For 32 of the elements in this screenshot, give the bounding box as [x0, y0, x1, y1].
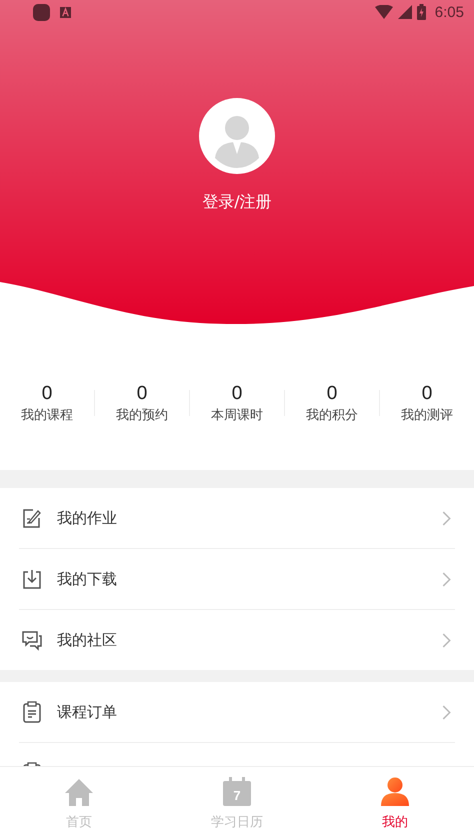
- tab-bar-item[interactable]: 我的: [316, 767, 474, 840]
- stat-label[interactable]: 我的测评: [401, 406, 453, 424]
- chevron-right-icon: [442, 510, 451, 526]
- wifi-icon: [374, 5, 393, 19]
- notification-icon: [60, 6, 71, 18]
- stat-value: 0: [422, 382, 432, 404]
- stat-label[interactable]: 我的积分: [306, 406, 358, 424]
- menu-item-label[interactable]: 课程订单: [57, 702, 442, 722]
- menu-item-label[interactable]: 我的社区: [57, 630, 442, 650]
- chevron-right-icon: [442, 704, 451, 720]
- signal-icon: [398, 5, 412, 19]
- app-notification-icon: [33, 4, 50, 20]
- stat-label[interactable]: 我的课程: [21, 406, 73, 424]
- stat-value: 0: [42, 382, 52, 404]
- status-time: 6:05: [434, 4, 464, 20]
- stat-value: 0: [136, 382, 148, 404]
- download-icon: [21, 568, 43, 590]
- chat-bubbles-icon: [21, 629, 43, 651]
- chevron-right-icon: [442, 632, 451, 648]
- menu-item-label[interactable]: 我的下载: [57, 570, 442, 588]
- stat-label[interactable]: 本周课时: [211, 406, 263, 424]
- home-icon: [64, 776, 94, 806]
- person-icon: [380, 776, 410, 806]
- edit-note-icon: [21, 507, 43, 529]
- stat-label[interactable]: 我的预约: [116, 406, 168, 424]
- avatar-icon[interactable]: [199, 98, 275, 174]
- menu-item-label[interactable]: 我的作业: [57, 508, 442, 528]
- login-register-link[interactable]: 登录/注册: [202, 192, 272, 213]
- clipboard-icon: [21, 701, 43, 723]
- stat-value: 0: [326, 382, 338, 404]
- stat-value: 0: [232, 382, 242, 404]
- chevron-right-icon: [442, 572, 451, 586]
